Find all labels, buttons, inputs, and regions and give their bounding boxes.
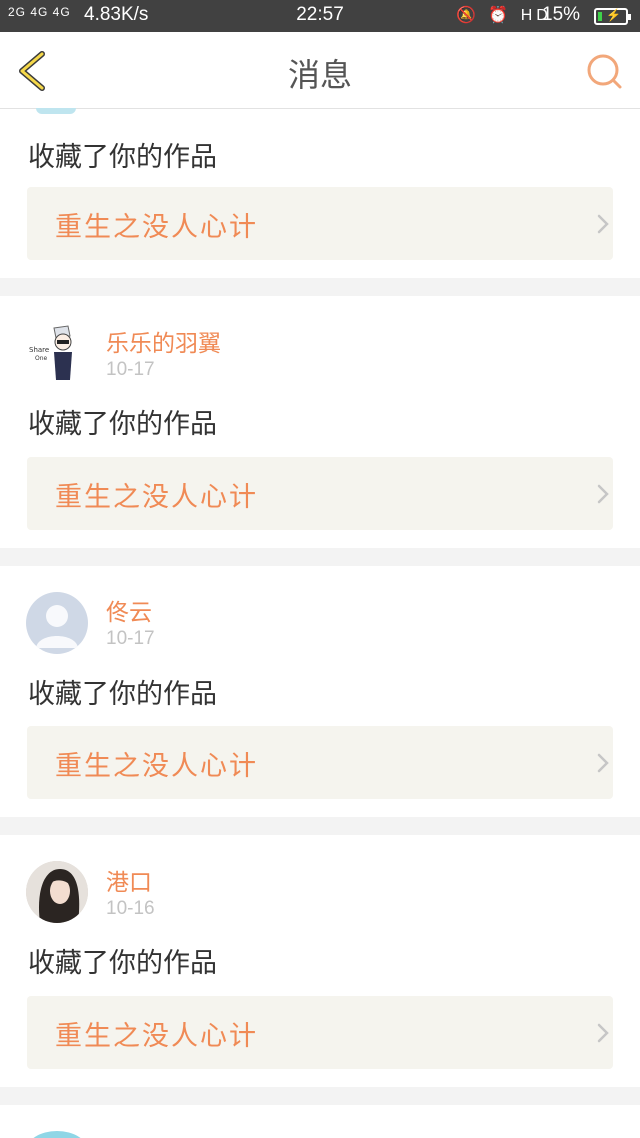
message-action: 收藏了你的作品: [28, 409, 217, 440]
portrait-photo: [26, 861, 88, 923]
message-card: 佟云 10-17 收藏了你的作品 重生之没人心计: [0, 566, 640, 817]
avatar[interactable]: [26, 592, 88, 654]
message-date: 10-16: [106, 898, 155, 919]
avatar[interactable]: [26, 861, 88, 923]
message-date: 10-17: [106, 628, 155, 649]
avatar[interactable]: Share One: [26, 322, 88, 384]
message-action: 收藏了你的作品: [28, 948, 217, 979]
work-title: 重生之没人心计: [55, 1021, 258, 1052]
work-title: 重生之没人心计: [55, 482, 258, 513]
message-card: 港口 10-16 收藏了你的作品 重生之没人心计: [0, 835, 640, 1087]
status-bar: 2G 4G 4G 4.83K/s 22:57 🔕 ⏰ HD 15% ⚡: [0, 0, 640, 32]
chevron-right-icon: [597, 1023, 609, 1043]
battery-percent: 15%: [542, 4, 581, 25]
battery-icon: ⚡: [594, 8, 631, 25]
username[interactable]: 乐乐的羽翼: [106, 324, 221, 358]
status-icons: 🔕 ⏰ HD: [456, 7, 552, 24]
message-card: 收藏了你的作品 重生之没人心计: [0, 108, 640, 278]
message-date: 10-17: [106, 359, 155, 380]
page-title: 消息: [287, 56, 352, 94]
chevron-right-icon: [597, 484, 609, 504]
chevron-right-icon: [597, 214, 609, 234]
avatar-illustration: Share One: [26, 322, 88, 384]
navigation-header: 消息: [0, 32, 640, 109]
svg-text:One: One: [35, 355, 48, 362]
message-card: Share One 乐乐的羽翼 10-17 收藏了你的作品 重生之没人心计: [0, 296, 640, 548]
message-action: 收藏了你的作品: [28, 142, 217, 173]
work-link[interactable]: 重生之没人心计: [27, 457, 613, 530]
charging-icon: ⚡: [606, 8, 621, 22]
message-card: [0, 1105, 640, 1138]
username[interactable]: 佟云: [106, 593, 152, 627]
avatar[interactable]: [36, 108, 76, 114]
avatar-caption: Share: [29, 346, 49, 354]
work-link[interactable]: 重生之没人心计: [27, 726, 613, 799]
message-action: 收藏了你的作品: [28, 679, 217, 710]
username[interactable]: 港口: [106, 863, 152, 897]
work-title: 重生之没人心计: [55, 751, 258, 782]
battery-fill: [598, 12, 602, 21]
work-link[interactable]: 重生之没人心计: [27, 187, 613, 260]
avatar[interactable]: [26, 1131, 88, 1138]
work-link[interactable]: 重生之没人心计: [27, 996, 613, 1069]
search-icon[interactable]: [584, 52, 624, 92]
work-title: 重生之没人心计: [55, 212, 258, 243]
chevron-right-icon: [597, 753, 609, 773]
default-avatar-icon: [36, 605, 78, 648]
messages-page: 2G 4G 4G 4.83K/s 22:57 🔕 ⏰ HD 15% ⚡ 消息 收…: [0, 0, 640, 1138]
